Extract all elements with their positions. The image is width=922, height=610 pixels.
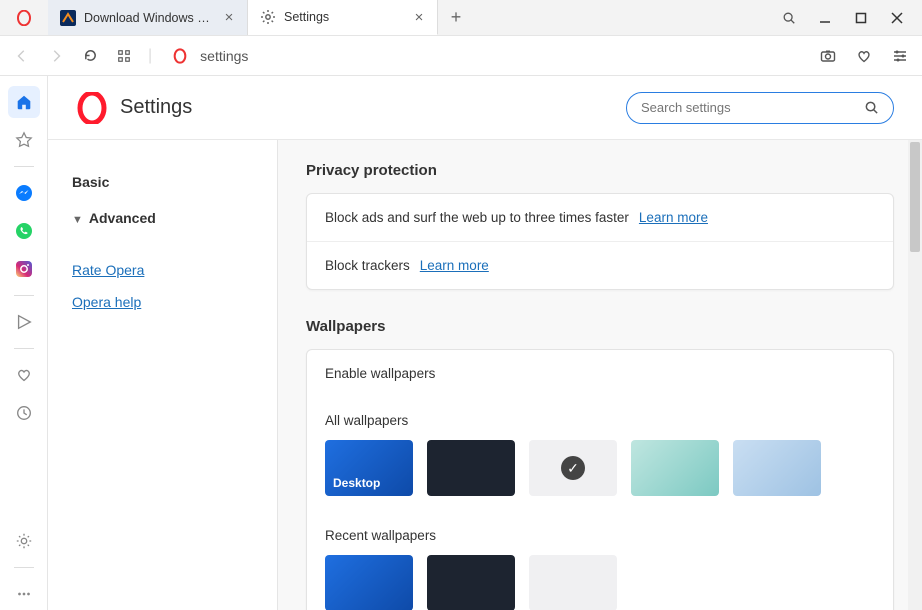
- wallpaper-teal[interactable]: [631, 440, 719, 496]
- wallpaper-label: Desktop: [333, 476, 380, 490]
- nav-advanced[interactable]: ▼ Advanced: [72, 200, 277, 236]
- toolbar: | settings: [0, 36, 922, 76]
- minimize-icon[interactable]: [818, 11, 832, 25]
- wallpaper-recent-3[interactable]: [529, 555, 617, 610]
- address-bar[interactable]: settings: [166, 48, 804, 64]
- all-wallpapers-label: All wallpapers: [307, 397, 893, 434]
- settings-nav: Basic ▼ Advanced Rate Opera Opera help: [48, 140, 278, 610]
- recent-wallpapers-thumbs: [307, 549, 893, 610]
- nav-opera-help[interactable]: Opera help: [72, 286, 277, 318]
- sidebar-instagram-icon[interactable]: [8, 253, 40, 285]
- wallpaper-blue[interactable]: [733, 440, 821, 496]
- wallpaper-desktop[interactable]: Desktop: [325, 440, 413, 496]
- tab-strip: Download Windows Progra × Settings × +: [48, 0, 782, 35]
- heart-icon[interactable]: [854, 46, 874, 66]
- opera-site-icon: [172, 48, 188, 64]
- chevron-down-icon: ▼: [72, 214, 83, 226]
- tab-inactive[interactable]: Download Windows Progra ×: [48, 0, 248, 35]
- close-icon[interactable]: ×: [221, 10, 237, 26]
- check-icon: ✓: [561, 456, 585, 480]
- block-ads-row[interactable]: Block ads and surf the web up to three t…: [307, 194, 893, 242]
- recent-wallpapers-label: Recent wallpapers: [307, 512, 893, 549]
- main: Settings Basic ▼ Advanced Rate Opera Oper…: [0, 76, 922, 610]
- sidebar-player-icon[interactable]: [8, 306, 40, 338]
- opera-logo-icon: [76, 92, 108, 124]
- sidebar-separator: [14, 567, 34, 568]
- enable-wallpapers-row[interactable]: Enable wallpapers: [307, 350, 893, 397]
- sidebar-messenger-icon[interactable]: [8, 177, 40, 209]
- titlebar: Download Windows Progra × Settings × +: [0, 0, 922, 36]
- settings-header: Settings: [48, 76, 922, 140]
- scrollbar[interactable]: [908, 140, 922, 610]
- wallpaper-light-selected[interactable]: ✓: [529, 440, 617, 496]
- learn-more-link[interactable]: Learn more: [639, 210, 708, 225]
- content: Settings Basic ▼ Advanced Rate Opera Oper…: [48, 76, 922, 610]
- new-tab-button[interactable]: +: [438, 0, 474, 35]
- sidebar-settings-icon[interactable]: [8, 525, 40, 557]
- wallpaper-recent-2[interactable]: [427, 555, 515, 610]
- close-icon[interactable]: ×: [411, 9, 427, 25]
- speed-dial-button[interactable]: [114, 46, 134, 66]
- privacy-card: Block ads and surf the web up to three t…: [306, 193, 894, 290]
- sidebar-bookmarks-icon[interactable]: [8, 359, 40, 391]
- sidebar-pinboard-icon[interactable]: [8, 124, 40, 156]
- wallpaper-recent-1[interactable]: [325, 555, 413, 610]
- search-settings-box[interactable]: [626, 92, 894, 124]
- tab-title: Download Windows Progra: [84, 11, 213, 25]
- settings-gear-icon: [260, 9, 276, 25]
- forward-button[interactable]: [46, 46, 66, 66]
- opera-menu-button[interactable]: [0, 10, 48, 26]
- nav-rate-opera[interactable]: Rate Opera: [72, 254, 277, 286]
- sidebar-separator: [14, 166, 34, 167]
- close-window-icon[interactable]: [890, 11, 904, 25]
- sidebar-history-icon[interactable]: [8, 397, 40, 429]
- settings-panel[interactable]: Privacy protection Block ads and surf th…: [278, 140, 922, 610]
- window-controls: [782, 11, 922, 25]
- sidebar-home-icon[interactable]: [8, 86, 40, 118]
- scrollbar-thumb[interactable]: [910, 142, 920, 252]
- enable-wallpapers-text: Enable wallpapers: [325, 366, 435, 381]
- wallpapers-card: Enable wallpapers All wallpapers Desktop…: [306, 349, 894, 610]
- block-trackers-text: Block trackers: [325, 258, 410, 273]
- sidebar-whatsapp-icon[interactable]: [8, 215, 40, 247]
- sidebar-separator: [14, 295, 34, 296]
- nav-advanced-label: Advanced: [89, 210, 156, 226]
- reload-button[interactable]: [80, 46, 100, 66]
- back-button[interactable]: [12, 46, 32, 66]
- left-sidebar: [0, 76, 48, 610]
- search-icon: [864, 100, 879, 115]
- nav-basic[interactable]: Basic: [72, 164, 277, 200]
- all-wallpapers-thumbs: Desktop ✓: [307, 434, 893, 512]
- search-settings-input[interactable]: [641, 100, 856, 115]
- maximize-icon[interactable]: [854, 11, 868, 25]
- page-title: Settings: [120, 96, 614, 119]
- search-icon[interactable]: [782, 11, 796, 25]
- wallpaper-dark[interactable]: [427, 440, 515, 496]
- sidebar-more-icon[interactable]: [8, 578, 40, 610]
- toolbar-right: [818, 46, 910, 66]
- block-ads-text: Block ads and surf the web up to three t…: [325, 210, 629, 225]
- malavida-favicon-icon: [60, 10, 76, 26]
- address-text: settings: [200, 48, 248, 64]
- tab-title: Settings: [284, 10, 403, 24]
- privacy-heading: Privacy protection: [306, 162, 894, 179]
- snapshot-icon[interactable]: [818, 46, 838, 66]
- block-trackers-row[interactable]: Block trackers Learn more: [307, 242, 893, 289]
- wallpapers-heading: Wallpapers: [306, 318, 894, 335]
- easy-setup-icon[interactable]: [890, 46, 910, 66]
- learn-more-link[interactable]: Learn more: [420, 258, 489, 273]
- settings-body: Basic ▼ Advanced Rate Opera Opera help Pr…: [48, 140, 922, 610]
- sidebar-separator: [14, 348, 34, 349]
- tab-active[interactable]: Settings ×: [248, 0, 438, 35]
